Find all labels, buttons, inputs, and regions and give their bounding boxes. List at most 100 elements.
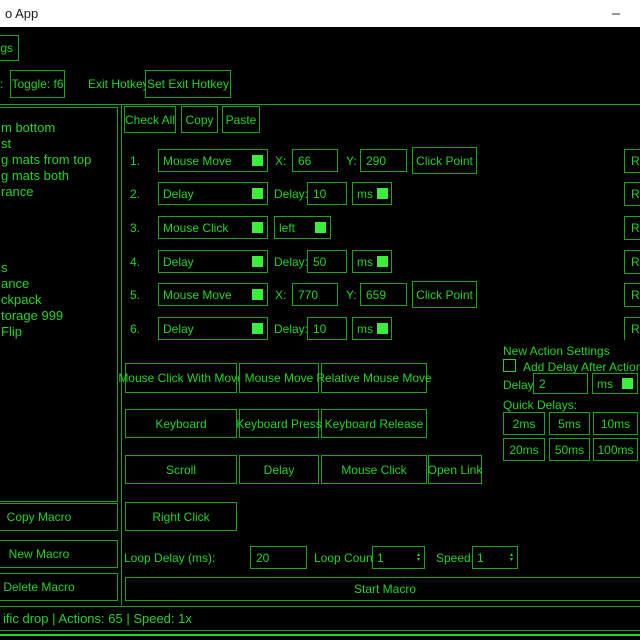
delay-label: Delay: — [274, 322, 308, 336]
action-type-value: Mouse Click — [163, 221, 228, 235]
quick-delay-5ms-button[interactable]: 5ms — [549, 412, 590, 435]
y-input[interactable]: 290 — [360, 149, 407, 172]
action-type-dropdown[interactable]: Mouse Move — [158, 149, 268, 172]
quick-delay-2ms-button[interactable]: 2ms — [503, 412, 545, 435]
new-action-delay-label: Delay: — [503, 378, 537, 392]
delay-unit-dropdown[interactable]: ms — [352, 250, 392, 273]
action-type-dropdown[interactable]: Mouse Click — [158, 216, 268, 239]
quick-delays-label: Quick Delays: — [503, 398, 577, 412]
remove-action-button[interactable]: R — [624, 283, 640, 307]
open-link-button[interactable]: Open Link — [428, 455, 482, 484]
delete-macro-button[interactable]: Delete Macro — [0, 573, 118, 601]
start-macro-button[interactable]: Start Macro — [125, 577, 640, 601]
action-type-dropdown[interactable]: Mouse Move — [158, 283, 268, 306]
right-click-button[interactable]: Right Click — [125, 502, 237, 531]
delay-button[interactable]: Delay — [239, 455, 319, 484]
speed-value: 1 — [477, 551, 484, 565]
delay-unit-value: ms — [357, 187, 373, 201]
keyboard-press-button[interactable]: Keyboard Press — [239, 409, 319, 438]
x-input[interactable]: 770 — [292, 283, 338, 306]
dropdown-indicator-icon — [315, 222, 326, 233]
copy-button[interactable]: Copy — [181, 106, 218, 133]
dropdown-indicator-icon — [252, 323, 263, 334]
action-type-dropdown[interactable]: Delay — [158, 317, 268, 340]
speed-spinner[interactable]: 1 ▴▾ — [472, 546, 518, 569]
remove-action-button[interactable]: R — [624, 149, 640, 173]
delay-unit-value: ms — [357, 322, 373, 336]
macro-list-item[interactable]: m bottom — [1, 120, 55, 136]
minimize-icon: – — [612, 5, 620, 22]
minimize-button[interactable]: – — [598, 0, 634, 26]
y-input[interactable]: 659 — [360, 283, 407, 306]
window-bottom-border — [0, 634, 640, 636]
set-exit-hotkey-button[interactable]: Set Exit Hotkey — [145, 70, 231, 98]
delay-label: Delay: — [274, 187, 308, 201]
delay-unit-value: ms — [597, 377, 613, 391]
quick-delay-50ms-button[interactable]: 50ms — [549, 438, 590, 461]
spinner-down-icon[interactable]: ▾ — [417, 558, 420, 563]
tab-settings[interactable]: gs — [0, 35, 19, 61]
delay-input[interactable]: 10 — [307, 182, 347, 205]
mouse-button-dropdown[interactable]: left — [274, 216, 331, 239]
quick-delay-100ms-button[interactable]: 100ms — [593, 438, 638, 461]
action-row-2: 2. Delay Delay: 10 ms R — [0, 182, 640, 209]
quick-delay-20ms-button[interactable]: 20ms — [503, 438, 545, 461]
remove-action-button[interactable]: R — [624, 317, 640, 340]
toggle-hotkey-button[interactable]: Toggle: f6 — [10, 70, 65, 98]
action-type-dropdown[interactable]: Delay — [158, 182, 268, 205]
action-number: 3. — [130, 221, 140, 235]
speed-label: Speed: — [436, 551, 474, 565]
delay-unit-value: ms — [357, 255, 373, 269]
status-text: ific drop | Actions: 65 | Speed: 1x — [3, 611, 192, 626]
dropdown-indicator-icon — [252, 256, 263, 267]
keyboard-button[interactable]: Keyboard — [125, 409, 237, 438]
loop-count-spinner[interactable]: 1 ▴▾ — [372, 546, 425, 569]
new-macro-button[interactable]: New Macro — [0, 540, 118, 568]
action-type-dropdown[interactable]: Delay — [158, 250, 268, 273]
mouse-click-button[interactable]: Mouse Click — [321, 455, 427, 484]
scroll-button[interactable]: Scroll — [125, 455, 237, 484]
click-point-button[interactable]: Click Point — [412, 281, 477, 308]
action-row-3: 3. Mouse Click left R — [0, 216, 640, 243]
delay-label: Delay: — [274, 255, 308, 269]
spinner-arrows[interactable]: ▴▾ — [510, 553, 513, 563]
action-row-5: 5. Mouse Move X: 770 Y: 659 Click Point … — [0, 283, 640, 310]
mouse-click-with-move-button[interactable]: Mouse Click With Move — [125, 363, 237, 393]
new-action-delay-unit-dropdown[interactable]: ms — [592, 373, 638, 394]
dropdown-indicator-icon — [252, 188, 263, 199]
relative-mouse-move-button[interactable]: Relative Mouse Move — [321, 363, 427, 393]
tab-label: gs — [0, 41, 13, 55]
spinner-down-icon[interactable]: ▾ — [510, 558, 513, 563]
window-title: o App — [0, 6, 38, 21]
check-all-button[interactable]: Check All — [124, 106, 176, 133]
mouse-move-button[interactable]: Mouse Move — [239, 363, 319, 393]
x-input[interactable]: 66 — [292, 149, 338, 172]
spinner-arrows[interactable]: ▴▾ — [417, 553, 420, 563]
action-row-4: 4. Delay Delay: 50 ms R — [0, 250, 640, 277]
loop-delay-input[interactable]: 20 — [250, 546, 307, 569]
y-label: Y: — [346, 288, 357, 302]
action-type-value: Mouse Move — [163, 154, 232, 168]
dropdown-indicator-icon — [377, 323, 388, 334]
delay-input[interactable]: 50 — [307, 250, 347, 273]
dropdown-indicator-icon — [622, 378, 633, 389]
dropdown-indicator-icon — [377, 188, 388, 199]
toggle-hotkey-label-fragment: : — [0, 77, 3, 91]
add-delay-checkbox[interactable] — [503, 359, 516, 372]
quick-delay-10ms-button[interactable]: 10ms — [593, 412, 638, 435]
delay-unit-dropdown[interactable]: ms — [352, 182, 392, 205]
delay-unit-dropdown[interactable]: ms — [352, 317, 392, 340]
keyboard-release-button[interactable]: Keyboard Release — [321, 409, 427, 438]
copy-macro-button[interactable]: Copy Macro — [0, 503, 118, 531]
remove-action-button[interactable]: R — [624, 250, 640, 274]
mouse-button-value: left — [279, 221, 295, 235]
remove-action-button[interactable]: R — [624, 182, 640, 206]
click-point-button[interactable]: Click Point — [412, 147, 477, 174]
titlebar: o App — [0, 0, 640, 27]
remove-action-button[interactable]: R — [624, 216, 640, 240]
x-label: X: — [275, 288, 286, 302]
delay-input[interactable]: 10 — [307, 317, 347, 340]
paste-button[interactable]: Paste — [222, 106, 260, 133]
new-action-delay-input[interactable]: 2 — [533, 373, 588, 394]
action-row-6: 6. Delay Delay: 10 ms R — [0, 317, 640, 340]
